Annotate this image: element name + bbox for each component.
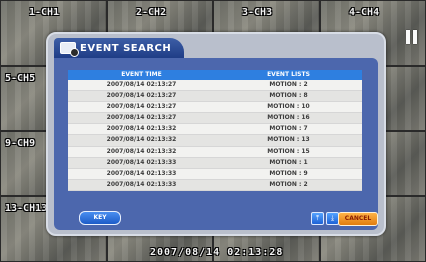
- event-list-cell: MOTION : 13: [267, 136, 310, 144]
- table-row[interactable]: 2007/08/14 02:13:27 MOTION : 8: [68, 91, 362, 103]
- table-row[interactable]: 2007/08/14 02:13:32 MOTION : 15: [68, 147, 362, 158]
- table-row[interactable]: 2007/08/14 02:13:33 MOTION : 2: [68, 179, 362, 191]
- table-row[interactable]: 2007/08/14 02:13:32 MOTION : 7: [68, 124, 362, 136]
- event-time-cell: 2007/08/14 02:13:27: [106, 81, 177, 88]
- camera-label: 5-CH5: [5, 73, 36, 84]
- event-list-cell: MOTION : 2: [269, 81, 308, 88]
- event-list-cell: MOTION : 7: [269, 125, 308, 133]
- event-list-cell: MOTION : 16: [267, 114, 310, 122]
- table-row[interactable]: 2007/08/14 02:13:27 MOTION : 10: [68, 102, 362, 114]
- event-time-cell: 2007/08/14 02:13:27: [106, 92, 177, 100]
- event-time-cell: 2007/08/14 02:13:27: [106, 114, 177, 122]
- table-row[interactable]: 2007/08/14 02:13:27 MOTION : 16: [68, 113, 362, 125]
- system-timestamp: 2007/08/14 02:13:28: [150, 247, 284, 258]
- column-header-event-lists: EVENT LISTS: [267, 71, 310, 78]
- event-time-cell: 2007/08/14 02:13:32: [106, 125, 177, 133]
- search-window-icon: [60, 42, 79, 57]
- table-header: EVENT TIME EVENT LISTS: [68, 70, 362, 80]
- column-header-event-time: EVENT TIME: [121, 71, 162, 78]
- camera-label: 3-CH3: [242, 7, 273, 18]
- event-time-cell: 2007/08/14 02:13:32: [106, 147, 177, 155]
- event-time-cell: 2007/08/14 02:13:33: [106, 169, 177, 177]
- pause-icon[interactable]: [406, 30, 418, 44]
- event-list-cell: MOTION : 15: [267, 147, 310, 155]
- cancel-button[interactable]: CANCEL: [338, 212, 378, 226]
- table-row[interactable]: 2007/08/14 02:13:33 MOTION : 9: [68, 169, 362, 180]
- event-time-cell: 2007/08/14 02:13:27: [106, 103, 177, 111]
- event-list-cell: MOTION : 9: [269, 169, 308, 177]
- event-list-cell: MOTION : 8: [269, 92, 308, 100]
- camera-label: 9-CH9: [5, 138, 36, 149]
- dialog-titlebar: EVENT SEARCH: [54, 38, 184, 58]
- event-list-cell: MOTION : 2: [269, 180, 308, 188]
- key-button[interactable]: KEY: [79, 211, 121, 225]
- camera-label: 2-CH2: [136, 7, 167, 18]
- event-list-cell: MOTION : 1: [269, 158, 308, 166]
- event-time-cell: 2007/08/14 02:13:32: [106, 136, 177, 144]
- camera-label: 13-CH13: [5, 203, 48, 214]
- dialog-panel: EVENT TIME EVENT LISTS 2007/08/14 02:13:…: [54, 58, 378, 230]
- table-row[interactable]: 2007/08/14 02:13:27 MOTION : 2: [68, 80, 362, 92]
- camera-label: 4-CH4: [349, 7, 380, 18]
- event-time-cell: 2007/08/14 02:13:33: [106, 180, 177, 188]
- table-row[interactable]: 2007/08/14 02:13:33 MOTION : 1: [68, 157, 362, 169]
- first-page-icon[interactable]: ⤒: [311, 212, 324, 225]
- table-row[interactable]: 2007/08/14 02:13:32 MOTION : 13: [68, 135, 362, 147]
- event-table: EVENT TIME EVENT LISTS 2007/08/14 02:13:…: [68, 70, 362, 191]
- dialog-title: EVENT SEARCH: [80, 42, 172, 54]
- event-time-cell: 2007/08/14 02:13:33: [106, 158, 177, 166]
- event-list-cell: MOTION : 10: [267, 103, 310, 111]
- event-search-dialog: EVENT SEARCH EVENT TIME EVENT LISTS 2007…: [46, 32, 386, 236]
- camera-label: 1-CH1: [29, 7, 60, 18]
